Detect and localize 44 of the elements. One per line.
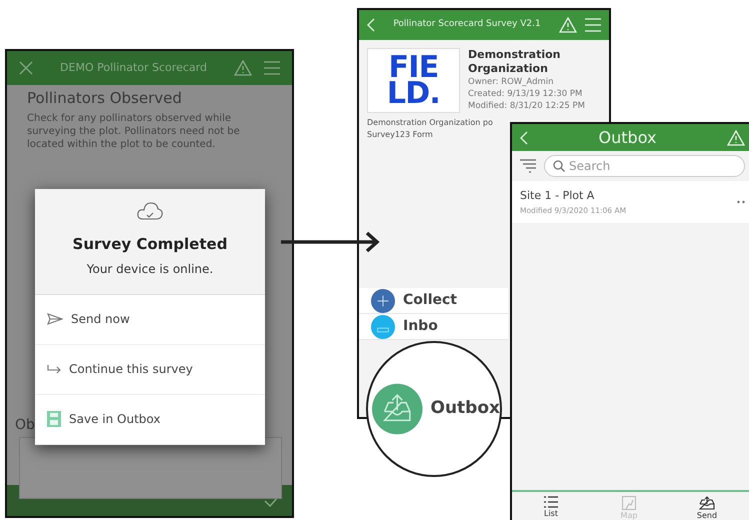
close-icon[interactable] <box>19 61 33 75</box>
save-icon <box>47 411 61 428</box>
modified-date: Modified: 8/31/20 12:25 PM <box>468 100 585 112</box>
tab-button[interactable]: Send <box>668 496 746 520</box>
dialog-option[interactable]: Send now <box>35 294 265 345</box>
outbox-icon <box>699 496 715 510</box>
list-icon <box>544 496 558 508</box>
return-arrow-icon <box>47 364 61 374</box>
action-row[interactable]: Inbo <box>359 314 508 340</box>
search-icon <box>553 160 565 172</box>
menu-icon[interactable] <box>264 61 280 75</box>
section-title: Pollinators Observed <box>27 89 183 108</box>
description-text: Demonstration Organization po <box>367 117 493 129</box>
map-icon <box>622 496 636 510</box>
dialog-message: Your device is online. <box>86 260 214 278</box>
send-icon <box>47 313 63 326</box>
hint-text: Check for any pollinators observed while surveying the plot. Pollinators need not be located within the plot to be counted. <box>27 112 241 151</box>
more-icon[interactable] <box>737 200 745 204</box>
owner-text: Owner: ROW_Admin <box>468 76 555 88</box>
form-name: Survey123 Form <box>367 129 433 141</box>
magnified-label: Outbox <box>430 397 500 420</box>
cloud-check-icon <box>136 201 164 221</box>
screen-title: DEMO Pollinator Scorecard <box>59 60 208 76</box>
dialog-title: Survey Completed <box>72 234 228 255</box>
action-row[interactable]: Collect <box>359 288 508 314</box>
organization-name: Demonstration Organization <box>468 48 562 76</box>
screen-title: Pollinator Scorecard Survey V2.1 <box>392 18 542 32</box>
outbox-icon[interactable] <box>372 383 422 435</box>
warning-icon[interactable] <box>234 60 252 76</box>
search-field[interactable]: Search <box>544 155 745 177</box>
screen-title: Outbox <box>598 126 658 148</box>
add-icon[interactable] <box>371 288 395 312</box>
created-date: Created: 9/13/19 12:30 PM <box>468 88 584 100</box>
filter-icon[interactable] <box>520 159 536 173</box>
organization-logo: FIE LD. <box>367 48 460 113</box>
tab-button[interactable]: List <box>512 496 590 519</box>
field-label: Ob <box>15 416 35 435</box>
back-icon[interactable] <box>520 130 528 144</box>
item-title: Site 1 - Plot A <box>520 188 596 204</box>
back-icon[interactable] <box>367 18 375 32</box>
arrow-icon <box>281 230 381 254</box>
inbox-icon[interactable] <box>371 314 395 338</box>
dialog-option[interactable]: Save in Outbox <box>35 394 265 446</box>
dialog-option[interactable]: Continue this survey <box>35 344 265 395</box>
